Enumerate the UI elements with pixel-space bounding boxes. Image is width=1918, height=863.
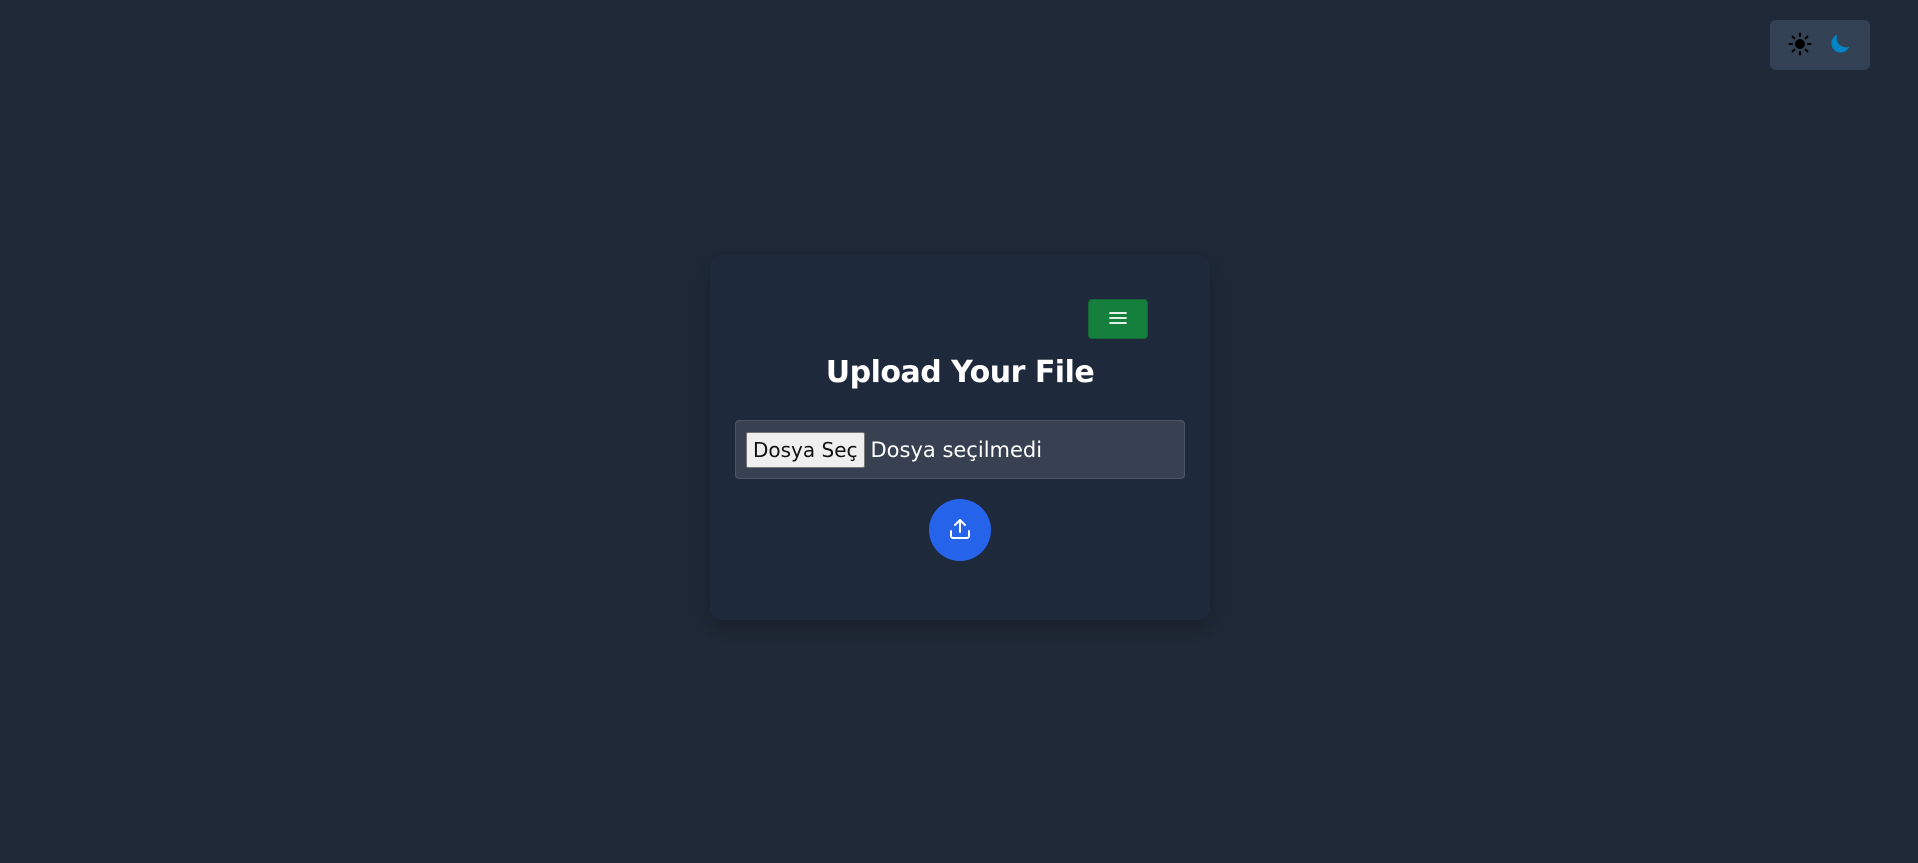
- choose-file-button[interactable]: Dosya Seç: [746, 431, 865, 468]
- page-title: Upload Your File: [825, 355, 1095, 390]
- page: Upload Your File Dosya Seç Dosya seçilme…: [0, 0, 1918, 863]
- dark-theme-button[interactable]: [1822, 27, 1858, 63]
- file-input[interactable]: Dosya Seç Dosya seçilmedi: [735, 420, 1185, 479]
- file-status-text: Dosya seçilmedi: [870, 437, 1043, 462]
- hamburger-menu-icon: [1109, 311, 1127, 328]
- upload-card: Upload Your File Dosya Seç Dosya seçilme…: [710, 255, 1210, 620]
- sun-icon: [1788, 32, 1812, 59]
- upload-icon: [948, 517, 972, 544]
- theme-toggle: [1770, 20, 1870, 70]
- upload-button[interactable]: [929, 499, 991, 561]
- moon-icon: [1827, 31, 1853, 60]
- light-theme-button[interactable]: [1782, 27, 1818, 63]
- menu-button[interactable]: [1088, 299, 1148, 339]
